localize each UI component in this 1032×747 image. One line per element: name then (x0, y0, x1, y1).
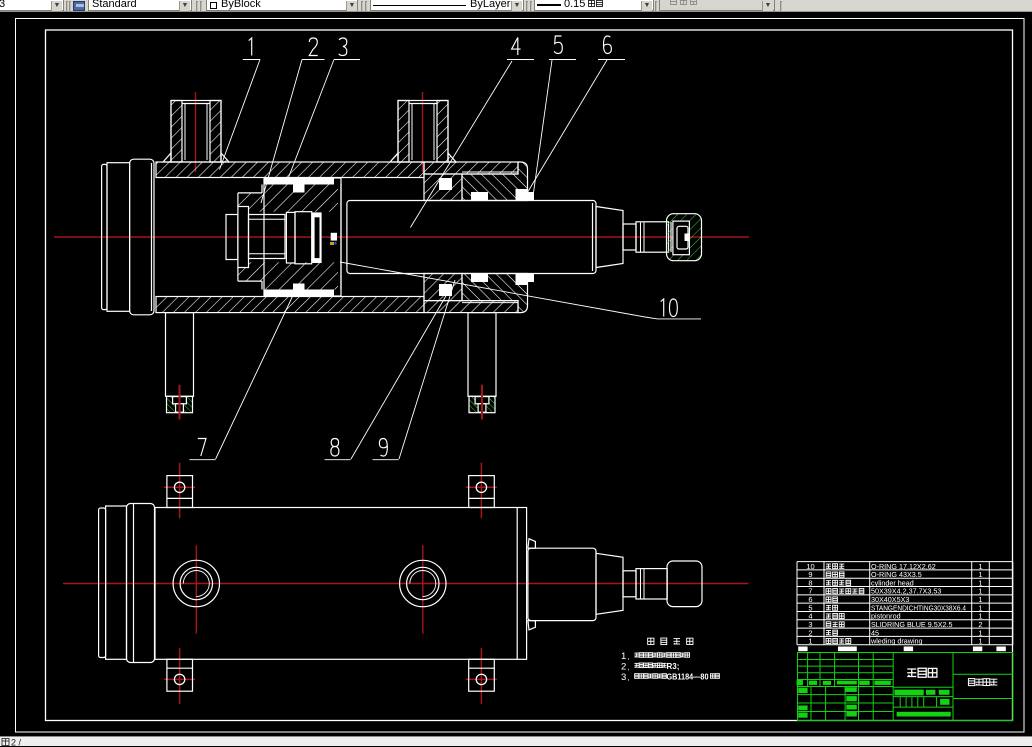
svg-text:1: 1 (978, 637, 982, 646)
svg-text:2 /: 2 / (11, 737, 22, 747)
svg-text:3: 3 (621, 672, 626, 683)
svg-text:‚: ‚ (628, 673, 630, 682)
svg-text:‚: ‚ (628, 652, 630, 661)
svg-text:2: 2 (621, 661, 626, 672)
svg-text:SLIDRING BLUE 9.5X2.5: SLIDRING BLUE 9.5X2.5 (871, 620, 953, 629)
svg-text:R3;: R3; (667, 662, 680, 671)
svg-text:wleding drawing: wleding drawing (870, 637, 923, 646)
svg-text:1: 1 (808, 637, 812, 646)
svg-text:GB1184—80: GB1184—80 (667, 673, 709, 682)
svg-text:‚: ‚ (628, 662, 630, 671)
